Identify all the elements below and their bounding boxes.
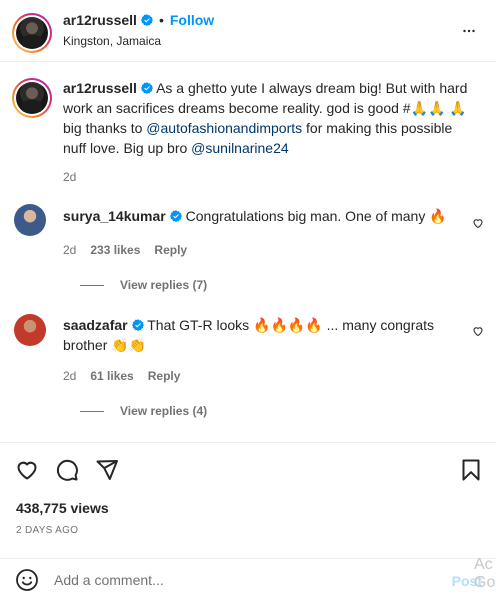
post-header: ar12russell • Follow Kingston, Jamaica [0,0,496,62]
activation-watermark: Ac Go [474,556,496,591]
author-avatar[interactable] [12,13,52,53]
view-replies-label[interactable]: View replies (4) [120,404,207,418]
add-comment-row: Post [0,558,496,596]
author-username[interactable]: ar12russell [63,12,137,28]
share-send-icon[interactable] [95,458,119,482]
comment-like-heart-icon[interactable] [472,325,484,337]
post-location[interactable]: Kingston, Jamaica [63,34,161,48]
comment-input[interactable] [54,569,434,591]
comment-likes[interactable]: 233 likes [90,243,140,257]
follow-button[interactable]: Follow [170,12,214,28]
post-actions-section: 438,775 views 2 DAYS AGO Post [0,442,496,592]
verified-badge-icon [140,82,153,94]
view-replies-button[interactable]: View replies (7) [80,278,207,292]
commenter-avatar[interactable] [14,204,46,236]
reply-button[interactable]: Reply [154,243,187,257]
caption-emoji: 🙏🙏 [410,100,446,116]
caption-emoji-2: 🙏 [449,100,467,116]
caption-text: ar12russell As a ghetto yute I always dr… [63,78,473,158]
like-heart-icon[interactable] [15,458,39,482]
comment-text: surya_14kumar Congratulations big man. O… [63,206,463,226]
comment-username[interactable]: surya_14kumar [63,208,166,224]
emoji-icon[interactable] [15,568,39,592]
verified-badge-icon [131,319,144,331]
caption-author-avatar[interactable] [12,78,52,118]
view-replies-button[interactable]: View replies (4) [80,404,207,418]
views-count[interactable]: 438,775 views [16,500,109,516]
comment-like-heart-icon[interactable] [472,217,484,229]
more-options-icon[interactable] [460,22,478,40]
comment-text: saadzafar That GT-R looks 🔥🔥🔥🔥 ... many … [63,315,463,355]
mention-link[interactable]: @sunilnarine24 [191,140,289,156]
comment-bubble-icon[interactable] [55,458,79,482]
save-bookmark-icon[interactable] [459,458,483,482]
comment-body: Congratulations big man. One of many 🔥 [185,208,447,224]
caption-time[interactable]: 2d [63,170,76,184]
commenter-avatar[interactable] [14,314,46,346]
separator-dot: • [158,12,164,28]
caption-username[interactable]: ar12russell [63,80,137,96]
comment-username[interactable]: saadzafar [63,317,128,333]
comment-meta: 2d 61 likes Reply [63,369,180,383]
comment-meta: 2d 233 likes Reply [63,243,187,257]
replies-divider [80,411,104,413]
verified-badge-icon [169,210,182,222]
verified-badge-icon [140,14,153,26]
replies-divider [80,285,104,287]
comment-time[interactable]: 2d [63,243,76,257]
mention-link[interactable]: @autofashionandimports [146,120,302,136]
view-replies-label[interactable]: View replies (7) [120,278,207,292]
reply-button[interactable]: Reply [148,369,181,383]
comment-time[interactable]: 2d [63,369,76,383]
post-date[interactable]: 2 DAYS AGO [16,525,78,536]
header-name-row: ar12russell • Follow [63,12,214,30]
caption-body-part2: big thanks to [63,120,147,136]
comment-likes[interactable]: 61 likes [90,369,133,383]
